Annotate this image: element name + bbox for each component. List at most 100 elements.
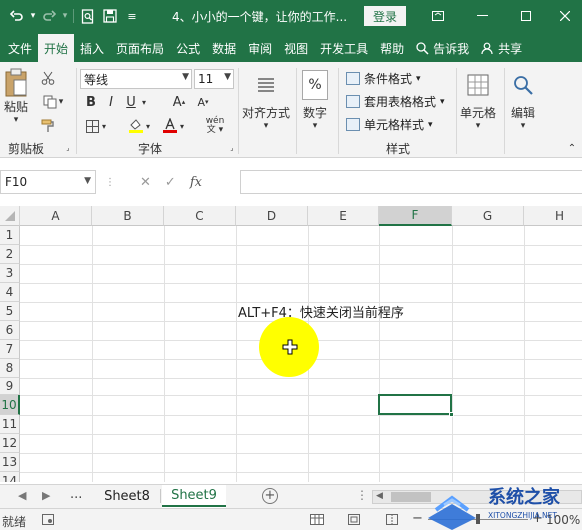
tab-help[interactable]: 帮助 [374,34,410,62]
tab-review[interactable]: 审阅 [242,34,278,62]
paste-dropdown-icon[interactable]: ▾ [14,115,19,125]
select-all-corner[interactable] [0,206,20,226]
tab-developer[interactable]: 开发工具 [314,34,374,62]
name-box-dropdown-icon[interactable]: ▼ [84,176,91,186]
undo-button[interactable] [6,5,28,27]
font-name-combo[interactable]: 等线 ▼ [80,69,192,89]
login-button[interactable]: 登录 [364,6,406,26]
fill-color-button[interactable]: ▾ [124,116,154,136]
redo-dropdown[interactable]: ▾ [60,5,70,27]
row-header-4[interactable]: 4 [0,283,20,302]
tab-view[interactable]: 视图 [278,34,314,62]
cell-styles-label: 单元格样式 [364,118,425,132]
row-header-11[interactable]: 11 [0,415,20,434]
decrease-font-button[interactable]: A ▾ [194,93,212,111]
editing-button[interactable]: 编辑 ▾ [510,70,536,131]
row-header-8[interactable]: 8 [0,359,20,378]
prev-sheet-icon[interactable]: ◀ [18,489,26,502]
insert-function-button[interactable]: fx [190,175,202,190]
bold-button[interactable]: B [82,93,100,111]
macro-record-icon[interactable] [42,514,54,528]
tab-home[interactable]: 开始 [38,34,75,62]
tab-split-handle-icon[interactable]: ⋮ [356,488,368,502]
cut-button[interactable] [38,68,58,88]
row-header-6[interactable]: 6 [0,321,20,340]
scroll-left-icon[interactable]: ◀ [376,491,383,501]
collapse-ribbon-icon[interactable]: ⌃ [566,142,578,154]
format-as-table-button[interactable]: 套用表格格式 ▾ [346,93,445,110]
save-button[interactable] [99,5,121,27]
share-button[interactable]: 共享 [475,34,528,62]
borders-button[interactable]: ▾ [82,116,110,136]
formula-bar-resize-icon[interactable]: ⋮ [105,176,115,188]
normal-view-icon[interactable] [310,514,324,528]
minimize-icon [476,15,488,16]
underline-button[interactable]: U [122,93,140,111]
page-break-view-icon[interactable] [386,514,398,528]
page-layout-view-icon[interactable] [348,514,360,528]
row-header-12[interactable]: 12 [0,434,20,453]
row-header-10[interactable]: 10 [0,395,20,415]
column-header-c[interactable]: C [164,206,236,226]
column-header-b[interactable]: B [92,206,164,226]
new-sheet-plus-icon[interactable]: + [262,488,278,504]
row-header-5[interactable]: 5 [0,302,20,321]
cells-button[interactable]: 单元格 ▾ [460,70,496,131]
tab-insert[interactable]: 插入 [74,34,110,62]
format-painter-button[interactable] [38,116,58,136]
print-preview-button[interactable] [77,5,99,27]
column-header-h[interactable]: H [524,206,582,226]
undo-dropdown[interactable]: ▾ [28,5,38,27]
maximize-button[interactable] [504,0,548,32]
close-button[interactable] [548,0,582,32]
copy-button[interactable]: ▾ [38,92,68,112]
column-header-d[interactable]: D [236,206,308,226]
redo-button[interactable] [38,5,60,27]
active-cell-f10[interactable] [378,394,452,415]
column-header-g[interactable]: G [452,206,524,226]
italic-button[interactable]: I [102,93,120,111]
column-header-a[interactable]: A [20,206,92,226]
paste-button[interactable]: 粘贴 ▾ [4,68,28,125]
row-header-2[interactable]: 2 [0,245,20,264]
phonetic-guide-button[interactable]: wén 文 ▾ [198,116,232,136]
increase-font-button[interactable]: A ▴ [170,93,188,111]
row-header-1[interactable]: 1 [0,226,20,245]
confirm-entry-icon[interactable]: ✓ [165,175,176,190]
row-header-13[interactable]: 13 [0,453,20,472]
next-sheet-icon[interactable]: ▶ [42,489,50,502]
cell-styles-button[interactable]: 单元格样式 ▾ [346,116,433,133]
conditional-formatting-button[interactable]: 条件格式 ▾ [346,70,421,87]
alignment-button[interactable]: 对齐方式 ▾ [242,70,290,131]
tab-file[interactable]: 文件 [2,34,38,62]
row-header-14[interactable]: 14 [0,472,20,482]
worksheet-grid[interactable]: A B C D E F G H 1 2 3 4 5 6 7 8 9 10 11 … [0,206,582,482]
sheet-tab-sheet9[interactable]: Sheet9 [162,485,226,507]
row-header-9[interactable]: 9 [0,378,20,395]
column-header-e[interactable]: E [308,206,379,226]
number-format-button[interactable]: % 数字 ▾ [302,70,328,131]
minimize-button[interactable] [460,0,504,32]
tell-me-box[interactable]: 告诉我 [410,34,475,62]
name-box[interactable]: F10 ▼ [0,170,96,194]
cell-d5[interactable]: ALT+F4：快速关闭当前程序 [238,302,404,321]
font-color-button[interactable]: ▾ [158,116,188,136]
magnifier-icon [510,70,536,100]
font-launcher-icon[interactable]: ⌟ [228,144,236,152]
font-size-combo[interactable]: 11 ▼ [194,69,234,89]
column-header-f[interactable]: F [379,206,452,226]
more-sheets-button[interactable]: ... [70,487,82,502]
underline-dropdown-icon[interactable]: ▾ [140,93,148,111]
tab-data[interactable]: 数据 [206,34,242,62]
ribbon-display-options-button[interactable] [416,0,460,32]
fill-handle[interactable] [449,412,454,417]
clipboard-launcher-icon[interactable]: ⌟ [64,144,72,152]
row-header-3[interactable]: 3 [0,264,20,283]
cancel-entry-icon[interactable]: ✕ [140,175,151,190]
sheet-tab-sheet8[interactable]: Sheet8 [96,485,158,507]
customize-qa-button[interactable]: ≡ [121,5,143,27]
row-header-7[interactable]: 7 [0,340,20,359]
tab-page-layout[interactable]: 页面布局 [110,34,170,62]
formula-input[interactable] [240,170,582,194]
tab-formulas[interactable]: 公式 [170,34,206,62]
